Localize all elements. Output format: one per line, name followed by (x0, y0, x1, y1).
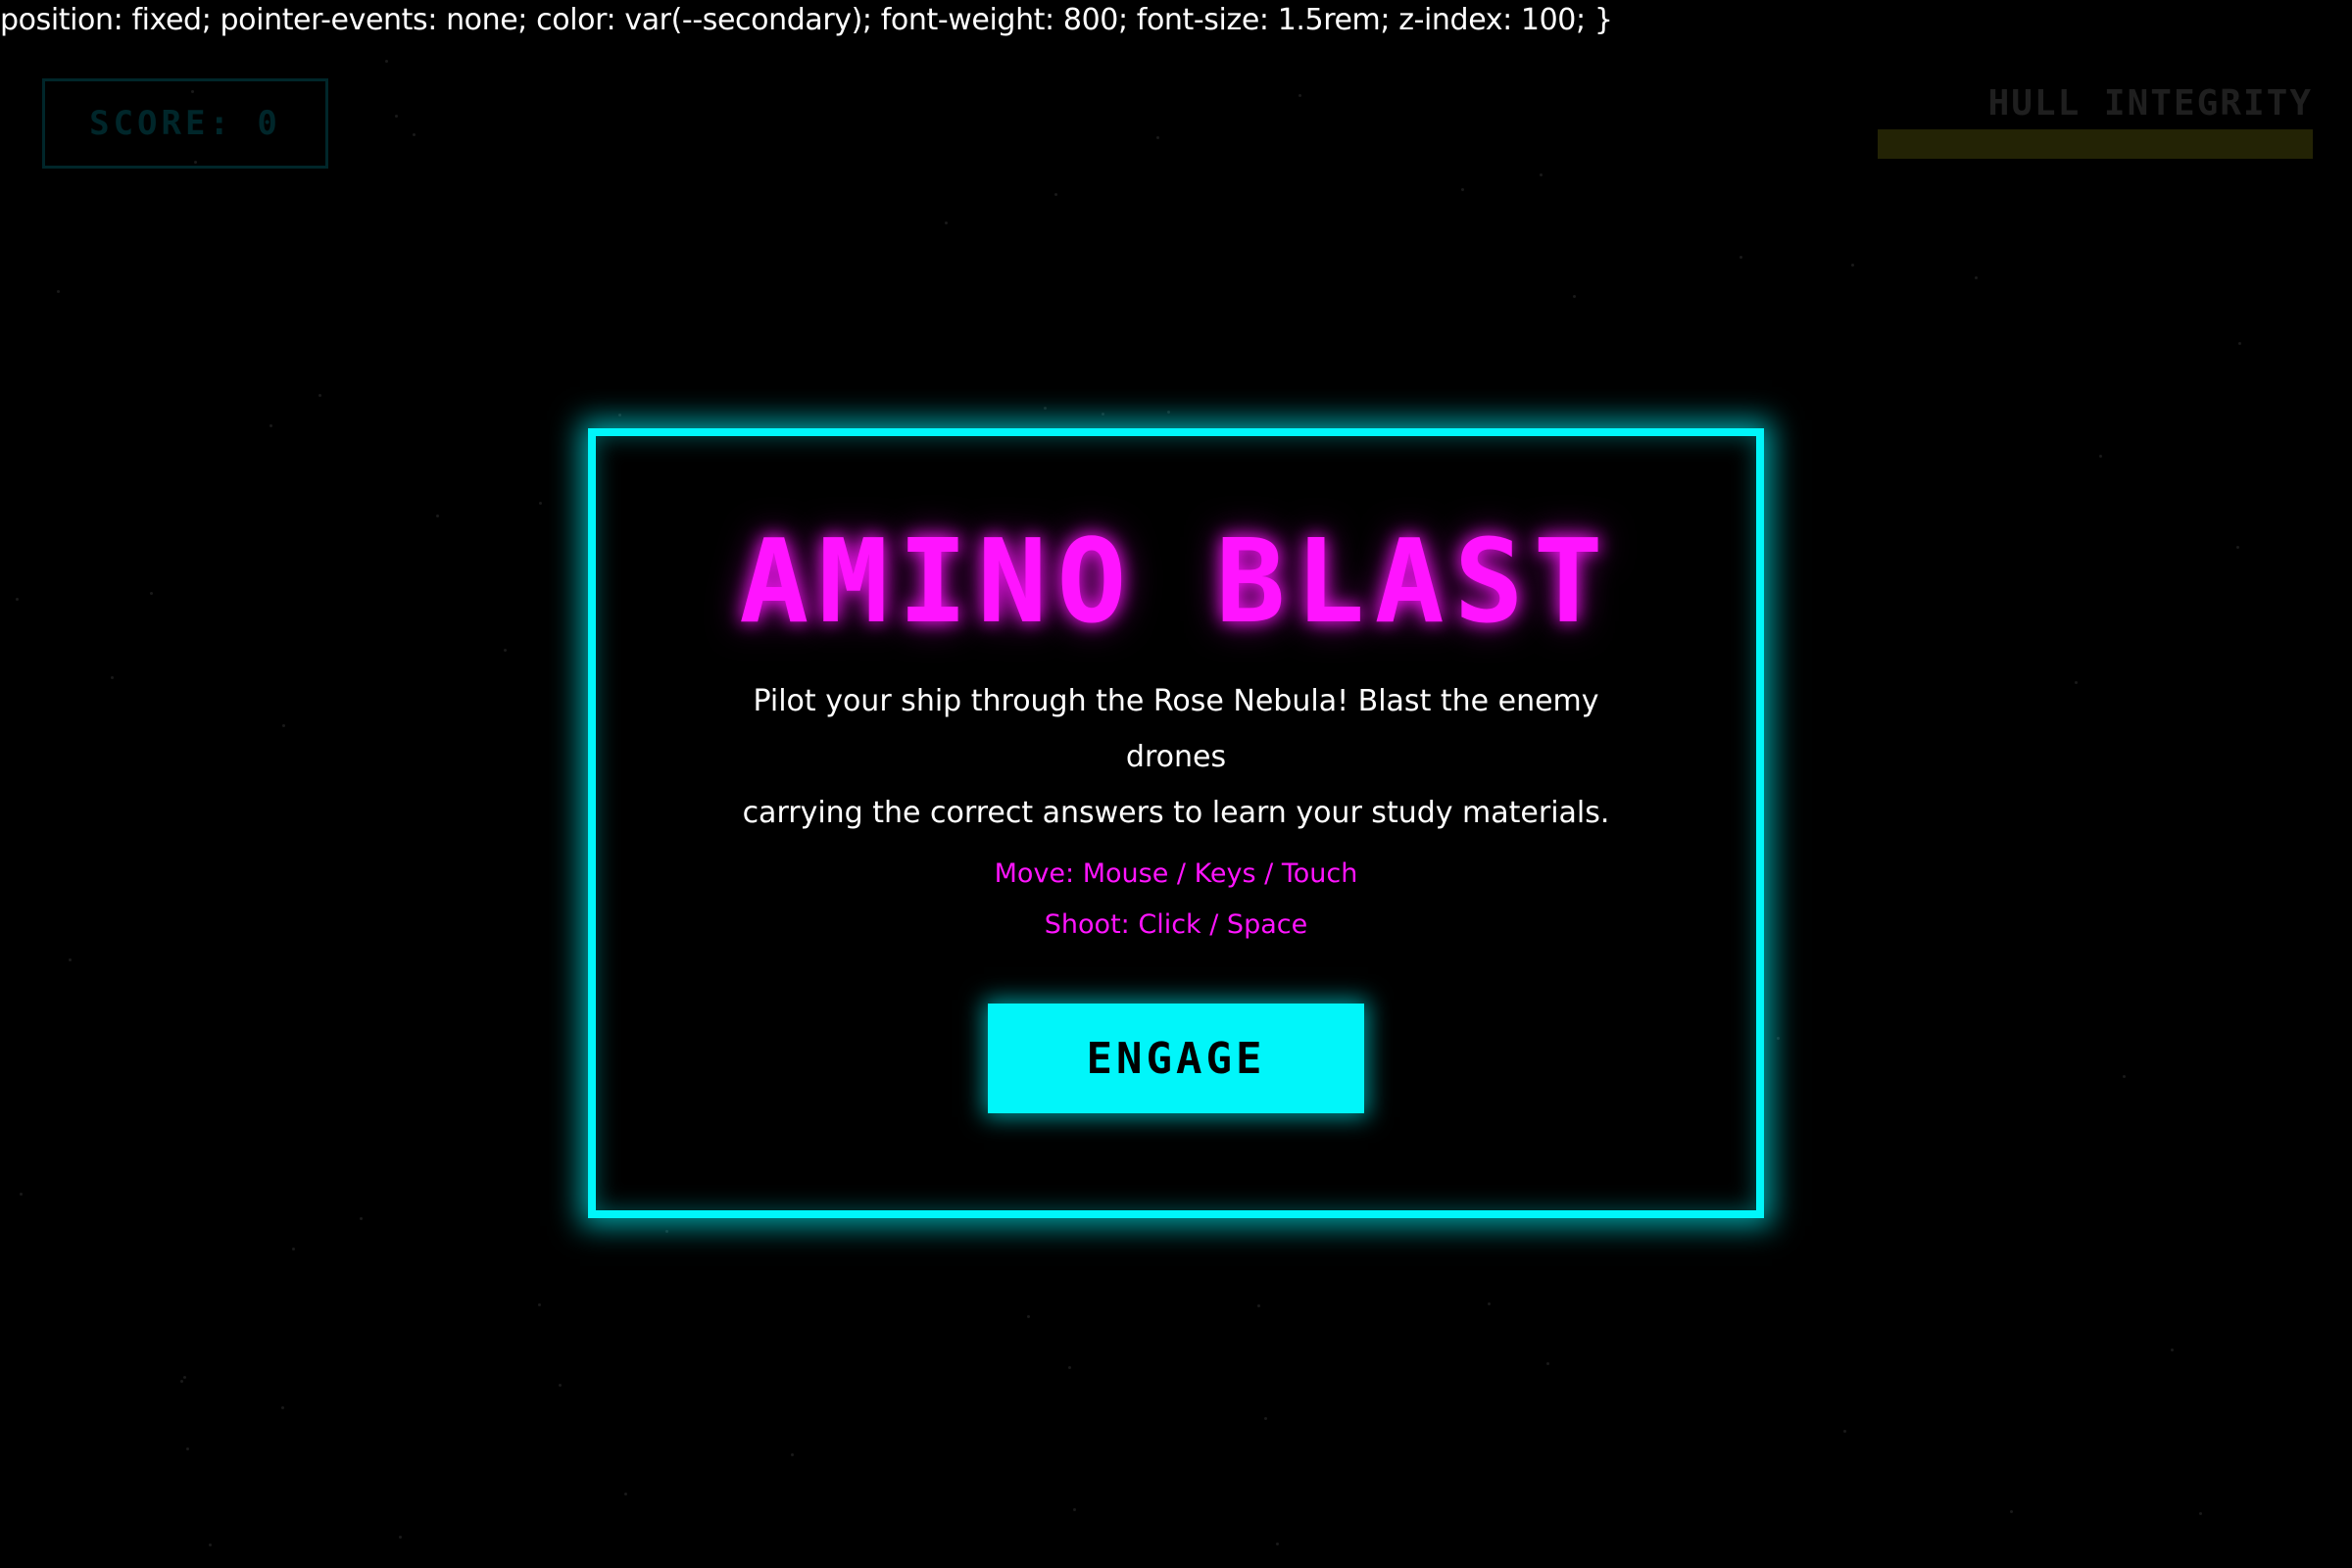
star-dot (186, 1447, 189, 1450)
star-dot (1068, 1366, 1071, 1369)
star-dot (2199, 1512, 2202, 1515)
star-dot (791, 1453, 794, 1456)
star-dot (665, 1230, 668, 1233)
star-dot (180, 1380, 183, 1383)
star-dot (538, 1303, 541, 1306)
star-dot (318, 394, 321, 397)
score-label: SCORE: 0 (89, 104, 281, 143)
star-dot (1488, 1302, 1491, 1305)
star-dot (624, 1493, 627, 1495)
star-dot (1298, 94, 1301, 97)
star-dot (395, 115, 398, 118)
star-dot (1264, 1417, 1267, 1420)
controls-shoot-text: Shoot: Click / Space (1044, 909, 1308, 940)
hull-integrity-fill (1878, 129, 2313, 159)
star-dot (2236, 546, 2239, 549)
game-description: Pilot your ship through the Rose Nebula!… (713, 673, 1639, 841)
star-dot (150, 592, 153, 595)
star-dot (1257, 1304, 1260, 1307)
star-dot (1975, 276, 1978, 279)
hull-integrity-bar (1878, 129, 2313, 159)
star-dot (539, 502, 542, 505)
star-dot (282, 724, 285, 727)
description-line-2: carrying the correct answers to learn yo… (742, 796, 1610, 830)
star-dot (2123, 1075, 2126, 1078)
star-dot (1167, 411, 1170, 414)
star-dot (1573, 295, 1576, 298)
star-dot (1054, 193, 1057, 196)
star-dot (1073, 1508, 1076, 1511)
star-dot (1777, 1037, 1780, 1040)
star-dot (69, 958, 72, 961)
star-dot (1276, 1543, 1279, 1545)
hull-integrity-panel: HULL INTEGRITY (1878, 82, 2313, 159)
star-dot (1851, 264, 1854, 267)
score-panel: SCORE: 0 (42, 78, 328, 169)
game-title: AMINO BLAST (739, 514, 1613, 649)
star-dot (413, 133, 416, 136)
star-dot (281, 1406, 284, 1409)
star-dot (385, 60, 388, 63)
controls-help: Move: Mouse / Keys / Touch Shoot: Click … (596, 849, 1756, 951)
star-dot (209, 1544, 212, 1546)
star-dot (1461, 188, 1464, 191)
star-dot (16, 598, 19, 601)
star-dot (270, 424, 272, 427)
star-dot (2010, 1510, 2013, 1513)
description-line-1: Pilot your ship through the Rose Nebula!… (753, 684, 1599, 774)
star-dot (1044, 407, 1047, 410)
star-dot (2099, 455, 2102, 458)
star-dot (1540, 173, 1543, 176)
star-dot (57, 290, 60, 293)
star-dot (292, 1248, 295, 1250)
star-dot (2238, 342, 2241, 345)
hull-integrity-label: HULL INTEGRITY (1987, 83, 2313, 123)
start-modal: AMINO BLAST Pilot your ship through the … (588, 428, 1764, 1218)
star-dot (360, 1217, 363, 1220)
star-dot (1156, 136, 1159, 139)
star-dot (2171, 1348, 2174, 1351)
star-dot (183, 1376, 186, 1379)
star-dot (945, 221, 948, 224)
star-dot (399, 1536, 402, 1539)
star-dot (559, 1384, 562, 1387)
engage-button[interactable]: ENGAGE (988, 1004, 1364, 1113)
star-dot (1843, 1430, 1846, 1433)
star-dot (618, 414, 621, 416)
star-dot (436, 514, 439, 517)
star-dot (1740, 256, 1742, 259)
star-dot (1102, 413, 1104, 416)
star-dot (1027, 1315, 1030, 1318)
controls-move-text: Move: Mouse / Keys / Touch (994, 858, 1358, 889)
star-dot (20, 1193, 23, 1196)
star-dot (111, 676, 114, 679)
leaked-css-text: position: fixed; pointer-events: none; c… (0, 3, 1613, 37)
star-dot (1546, 1362, 1549, 1365)
star-dot (2075, 681, 2078, 684)
engage-button-label: ENGAGE (1086, 1033, 1266, 1084)
star-dot (504, 649, 507, 652)
